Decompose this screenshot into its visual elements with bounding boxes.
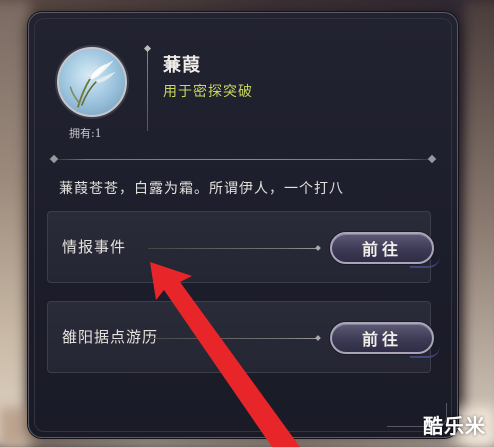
source-label: 情报事件 (62, 238, 127, 256)
background-right (464, 0, 494, 447)
row-connector-line (148, 248, 318, 249)
owned-count: 拥有:1 (69, 127, 102, 140)
background-left (0, 0, 30, 447)
go-button-intel-event[interactable]: 前往 (330, 232, 440, 268)
watermark: 酷乐米 (423, 414, 486, 438)
item-source-panel: 拥有:1 蒹葭 用于密探突破 蒹葭苍苍，白露为霜。所谓伊人，一个打八 情报事件 … (28, 12, 458, 438)
go-button-luoyang-base[interactable]: 前往 (330, 322, 440, 358)
source-label: 雒阳据点游历 (62, 328, 159, 346)
divider-ornament-right (427, 154, 437, 164)
reed-plant-icon (57, 47, 127, 117)
flavor-text: 蒹葭苍苍，白露为霜。所谓伊人，一个打八 (59, 181, 344, 197)
divider-ornament-left (49, 154, 59, 164)
section-divider (47, 154, 439, 164)
source-row-luoyang-base: 雒阳据点游历 前往 (47, 301, 440, 373)
item-description: 用于密探突破 (163, 84, 253, 100)
row-connector-line (148, 338, 318, 339)
source-row-intel-event: 情报事件 前往 (47, 211, 440, 283)
item-name: 蒹葭 (163, 55, 201, 76)
header-divider (147, 49, 148, 131)
